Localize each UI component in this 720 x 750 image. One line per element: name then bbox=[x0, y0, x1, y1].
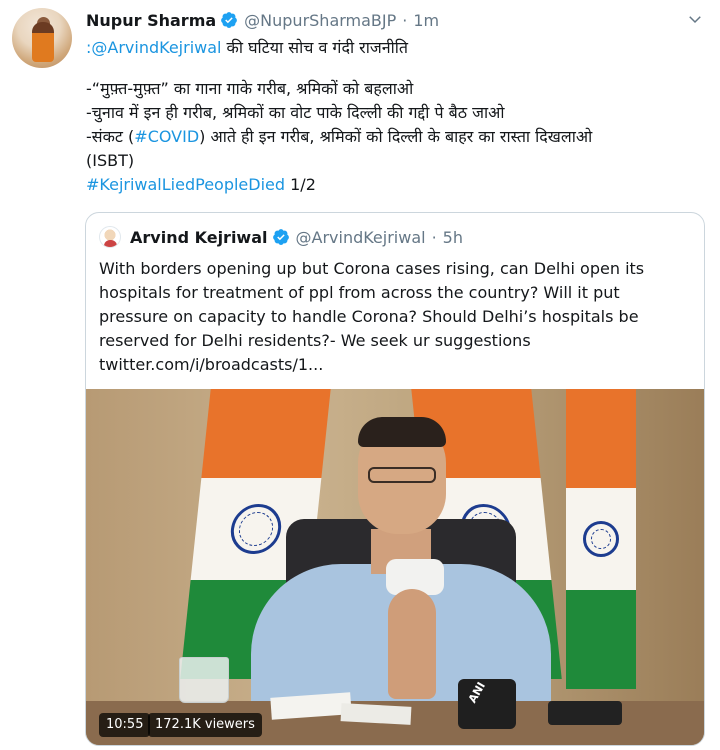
quoted-line: hospitals for treatment of ppl from acro… bbox=[99, 283, 620, 302]
quoted-author-handle[interactable]: @ArvindKejriwal bbox=[296, 228, 426, 247]
separator-dot: · bbox=[431, 227, 437, 247]
hashtag-covid-link[interactable]: #COVID bbox=[134, 127, 199, 146]
video-player[interactable]: ANI 10:55 172.1K viewers bbox=[86, 389, 704, 745]
paper bbox=[340, 703, 412, 725]
separator-dot: · bbox=[402, 10, 408, 30]
person-glasses bbox=[368, 467, 436, 483]
folded-hands bbox=[388, 589, 436, 699]
quoted-author-avatar[interactable] bbox=[99, 226, 121, 248]
water-glass bbox=[179, 657, 229, 703]
quoted-line: reserved for Delhi residents?- We seek u… bbox=[99, 331, 531, 350]
author-avatar[interactable] bbox=[12, 8, 72, 68]
flag-far-right bbox=[566, 389, 636, 689]
viewer-count-badge: 172.1K viewers bbox=[148, 713, 262, 737]
video-duration-badge: 10:55 bbox=[99, 713, 151, 737]
tweet-line-1: :@ArvindKejriwal की घटिया सोच व गंदी राज… bbox=[86, 36, 706, 60]
verified-badge-icon bbox=[272, 229, 289, 245]
tweet-line-5: (ISBT) bbox=[86, 151, 135, 170]
broadcast-link[interactable]: twitter.com/i/broadcasts/1... bbox=[99, 353, 694, 377]
person-hair bbox=[358, 417, 446, 447]
chevron-down-icon[interactable] bbox=[686, 10, 704, 28]
verified-badge-icon bbox=[221, 12, 238, 28]
tweet-line-4-post: ) आते ही इन गरीब, श्रमिकों को दिल्ली के … bbox=[199, 127, 593, 146]
tweet-text: :@ArvindKejriwal की घटिया सोच व गंदी राज… bbox=[86, 36, 706, 197]
author-name[interactable]: Nupur Sharma bbox=[86, 11, 216, 30]
quoted-author-name[interactable]: Arvind Kejriwal bbox=[130, 228, 268, 247]
avatar-figure-body bbox=[32, 22, 54, 62]
tweet-line-4-pre: -संकट ( bbox=[86, 127, 135, 146]
quoted-tweet-text: With borders opening up but Corona cases… bbox=[99, 257, 694, 377]
microphone bbox=[548, 701, 622, 725]
tweet-line-4: -संकट (#COVID) आते ही इन गरीब, श्रमिकों … bbox=[86, 125, 706, 149]
quoted-tweet-header: Arvind Kejriwal @ArvindKejriwal · 5h bbox=[130, 225, 463, 249]
quoted-line: pressure on capacity to handle Corona? S… bbox=[99, 307, 639, 326]
quoted-line: With borders opening up but Corona cases… bbox=[99, 259, 645, 278]
tweet-line-3: -चुनाव में इन ही गरीब, श्रमिकों का वोट प… bbox=[86, 103, 505, 122]
tweet[interactable]: Nupur Sharma @NupurSharmaBJP · 1m :@Arvi… bbox=[0, 0, 720, 750]
tweet-line-6: #KejriwalLiedPeopleDied 1/2 bbox=[86, 173, 706, 197]
mention-link[interactable]: :@ArvindKejriwal bbox=[86, 38, 221, 57]
thread-count: 1/2 bbox=[285, 175, 316, 194]
hashtag-link[interactable]: #KejriwalLiedPeopleDied bbox=[86, 175, 285, 194]
quoted-tweet[interactable]: Arvind Kejriwal @ArvindKejriwal · 5h Wit… bbox=[85, 212, 705, 746]
tweet-line-1-text: की घटिया सोच व गंदी राजनीति bbox=[221, 38, 409, 57]
tweet-header: Nupur Sharma @NupurSharmaBJP · 1m bbox=[86, 9, 439, 31]
author-handle[interactable]: @NupurSharmaBJP bbox=[244, 11, 396, 30]
tweet-timestamp[interactable]: 1m bbox=[413, 11, 439, 30]
quoted-tweet-timestamp[interactable]: 5h bbox=[443, 228, 463, 247]
tweet-line-2: -“मुफ़्त-मुफ़्त” का गाना गाके गरीब, श्रम… bbox=[86, 79, 414, 98]
